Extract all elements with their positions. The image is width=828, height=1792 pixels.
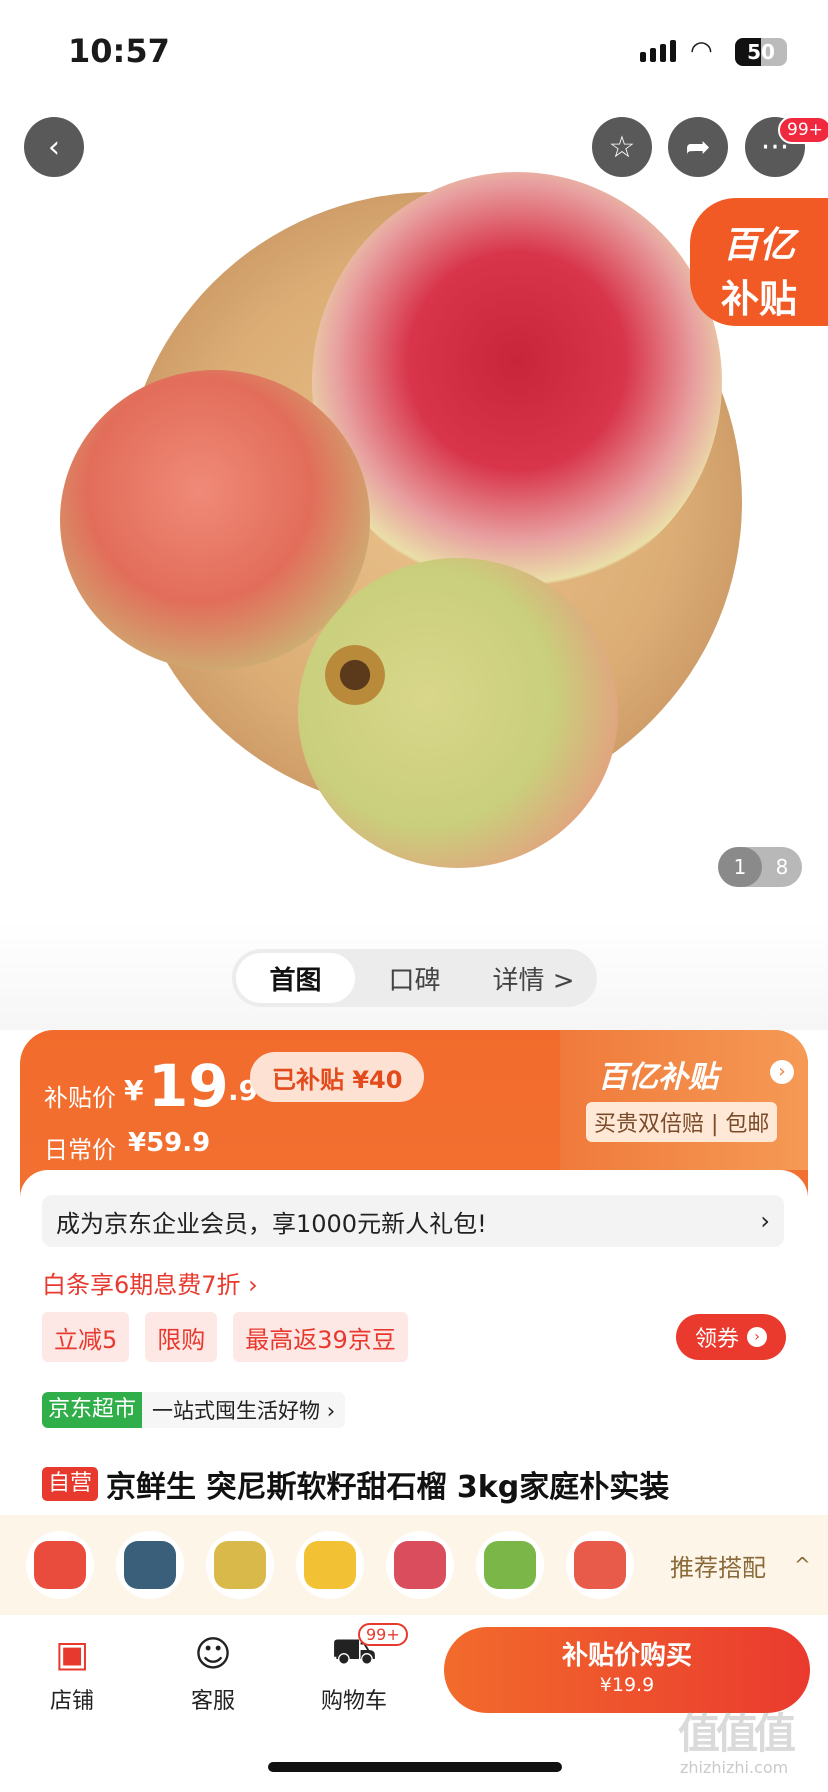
chevron-up-icon: ^: [794, 1553, 811, 1577]
watermark-site: zhizhizhi.com: [680, 1758, 789, 1777]
content-tabs: 首图 口碑 详情 >: [232, 949, 597, 1007]
promo-chip[interactable]: 立减5: [42, 1312, 130, 1362]
tab-details[interactable]: 详情 >: [474, 953, 593, 1003]
enterprise-member-banner[interactable]: 成为京东企业会员，享1000元新人礼包! ›: [42, 1195, 784, 1247]
recommended-bundle-bar[interactable]: 推荐搭配 ^: [0, 1515, 828, 1615]
get-coupon-button[interactable]: 领券 ›: [676, 1314, 786, 1360]
chevron-right-icon[interactable]: ›: [770, 1060, 794, 1084]
pager-total: 8: [775, 855, 789, 879]
chevron-left-icon: ‹: [48, 129, 60, 165]
product-photo-crown: [320, 640, 390, 710]
price-card: 补贴价 ¥ 19 .9 已补贴 ¥40 日常价 ¥59.9 百亿补贴 › 买贵双…: [20, 1030, 808, 1510]
nav-store[interactable]: ▣ 店铺: [22, 1631, 122, 1715]
product-photo-pomegranate: [60, 370, 370, 670]
chevron-right-icon: ›: [760, 1207, 770, 1235]
store-icon: ▣: [54, 1633, 89, 1675]
tab-reviews[interactable]: 口碑: [355, 953, 474, 1003]
daily-price-value: ¥59.9: [128, 1128, 211, 1158]
promo-chip[interactable]: 最高返39京豆: [233, 1312, 408, 1362]
customer-service-icon: ☺: [194, 1633, 232, 1675]
baitiao-installment-link[interactable]: 白条享6期息费7折 ›: [42, 1265, 258, 1300]
cart-badge: 99+: [358, 1623, 408, 1646]
store-banner[interactable]: 京东超市 一站式囤生活好物 ›: [42, 1392, 346, 1428]
pager-current: 1: [718, 847, 762, 887]
wifi-icon: ◠: [690, 36, 713, 66]
star-icon: ☆: [608, 129, 636, 165]
product-title-row: 自营 京鲜生 突尼斯软籽甜石榴 3kg家庭朴实装: [42, 1462, 669, 1506]
back-button[interactable]: ‹: [24, 117, 84, 177]
watermark-logo: 值值值: [678, 1709, 796, 1758]
image-pager: 1 8: [718, 847, 802, 887]
bundle-thumbnail[interactable]: [296, 1531, 364, 1599]
bundle-thumbnail[interactable]: [116, 1531, 184, 1599]
chevron-right-icon: ›: [747, 1327, 767, 1347]
guarantee-badge: 买贵双倍赔 | 包邮: [586, 1102, 778, 1142]
signal-icon: [640, 40, 676, 62]
bundle-thumbnail-image: [214, 1541, 266, 1589]
nav-service[interactable]: ☺ 客服: [163, 1631, 263, 1715]
self-operated-badge: 自营: [42, 1467, 99, 1501]
recommend-label: 推荐搭配: [670, 1553, 766, 1582]
member-banner-text: 成为京东企业会员，享1000元新人礼包!: [56, 1209, 487, 1238]
bundle-thumbnail-image: [574, 1541, 626, 1589]
bundle-thumbnail[interactable]: [206, 1531, 274, 1599]
subsidy-price-label: 补贴价: [44, 1084, 116, 1112]
bundle-thumbnail[interactable]: [476, 1531, 544, 1599]
promo-panel: 成为京东企业会员，享1000元新人礼包! › 白条享6期息费7折 › 立减5 限…: [20, 1170, 808, 1510]
nav-service-label: 客服: [190, 1689, 235, 1714]
store-slogan: 一站式囤生活好物 ›: [152, 1399, 336, 1423]
home-indicator[interactable]: [268, 1762, 562, 1772]
product-photo-pomegranate: [298, 558, 618, 868]
already-subsidized-badge: 已补贴 ¥40: [250, 1052, 425, 1102]
product-title: 京鲜生 突尼斯软籽甜石榴 3kg家庭朴实装: [106, 1470, 670, 1505]
status-bar: 10:57 ◠ 50: [0, 0, 828, 100]
subsidy-tag-line1: 百亿: [722, 225, 795, 266]
brand-panel: [560, 1030, 808, 1170]
store-tag: 京东超市: [42, 1392, 143, 1428]
buy-button-price: ¥19.9: [599, 1674, 655, 1696]
bundle-thumbnail-image: [124, 1541, 176, 1589]
battery-percent: 50: [747, 40, 775, 64]
bundle-thumbnail[interactable]: [26, 1531, 94, 1599]
nav-cart-label: 购物车: [320, 1689, 387, 1714]
bundle-thumbnail[interactable]: [386, 1531, 454, 1599]
share-icon: ➦: [685, 129, 711, 165]
more-badge: 99+: [778, 116, 828, 144]
status-time: 10:57: [68, 32, 170, 70]
coupon-label: 领券: [694, 1327, 739, 1352]
tab-main-image[interactable]: 首图: [236, 953, 355, 1003]
battery-icon: 50: [735, 38, 787, 66]
subsidy-brand-link[interactable]: 百亿补贴: [598, 1052, 718, 1096]
bundle-thumbnail-image: [34, 1541, 86, 1589]
subsidy-tag: 百亿 补贴: [690, 198, 828, 326]
buy-button-label: 补贴价购买: [561, 1641, 692, 1671]
nav-store-label: 店铺: [49, 1689, 94, 1714]
promo-chip[interactable]: 限购: [145, 1312, 218, 1362]
bundle-thumbnail-image: [394, 1541, 446, 1589]
subsidy-price-integer: 19: [148, 1052, 229, 1120]
bundle-thumbnail-image: [304, 1541, 356, 1589]
bundle-thumbnail-image: [484, 1541, 536, 1589]
promo-chips: 立减5 限购 最高返39京豆: [42, 1312, 408, 1362]
bundle-thumbnail[interactable]: [566, 1531, 634, 1599]
daily-price-label: 日常价: [44, 1136, 116, 1164]
share-button[interactable]: ➦: [668, 117, 728, 177]
currency-symbol: ¥: [124, 1074, 144, 1107]
subsidy-tag-line2: 补贴: [720, 277, 797, 321]
product-photo-open-pomegranate: [312, 172, 722, 592]
favorite-button[interactable]: ☆: [592, 117, 652, 177]
